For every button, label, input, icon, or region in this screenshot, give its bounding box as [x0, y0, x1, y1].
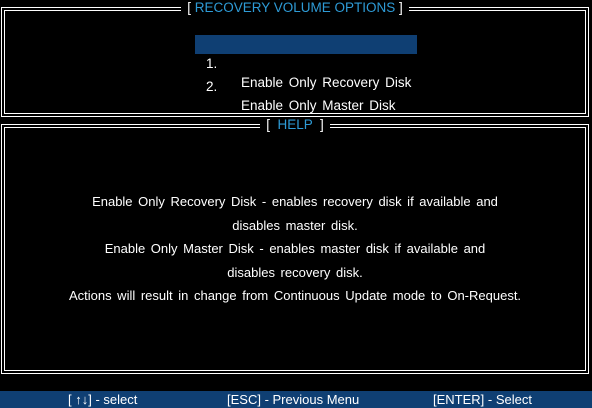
- menu-item-enable-only-master-disk[interactable]: 2. Enable Only Master Disk: [195, 58, 417, 113]
- title-bracket-open: [: [187, 0, 191, 15]
- key-hint-bar: [ ↑↓] - select [ESC] - Previous Menu [EN…: [0, 391, 592, 408]
- help-line: disables master disk.: [232, 217, 358, 233]
- previous-menu-key-hint: [ESC] - Previous Menu: [227, 392, 360, 407]
- help-text: Enable Only Recovery Disk - enables reco…: [5, 190, 585, 308]
- title-bracket-open: [: [266, 117, 270, 132]
- help-panel: [ HELP ] Enable Only Recovery Disk - ena…: [1, 117, 589, 374]
- recovery-options-title: [ RECOVERY VOLUME OPTIONS ]: [5, 0, 585, 17]
- help-title-text: HELP: [277, 117, 313, 132]
- help-line: Enable Only Master Disk - enables master…: [104, 241, 486, 256]
- help-title: [ HELP ]: [5, 116, 585, 134]
- title-bracket-close: ]: [320, 117, 324, 132]
- help-line: disables recovery disk.: [227, 264, 363, 280]
- enter-select-key-hint: [ENTER] - Select: [433, 392, 532, 407]
- menu-item-label: Enable Only Master Disk: [241, 98, 396, 113]
- menu-item-enable-only-recovery-disk[interactable]: 1. Enable Only Recovery Disk: [195, 35, 417, 90]
- help-line: Enable Only Recovery Disk - enables reco…: [92, 194, 498, 209]
- menu-item-number: 2.: [206, 79, 218, 94]
- title-bracket-close: ]: [399, 0, 403, 15]
- select-key-hint: [ ↑↓] - select: [68, 392, 138, 407]
- recovery-options-panel: [ RECOVERY VOLUME OPTIONS ] 1. Enable On…: [1, 0, 589, 117]
- recovery-options-title-text: RECOVERY VOLUME OPTIONS: [194, 0, 396, 15]
- help-line: Actions will result in change from Conti…: [68, 288, 522, 303]
